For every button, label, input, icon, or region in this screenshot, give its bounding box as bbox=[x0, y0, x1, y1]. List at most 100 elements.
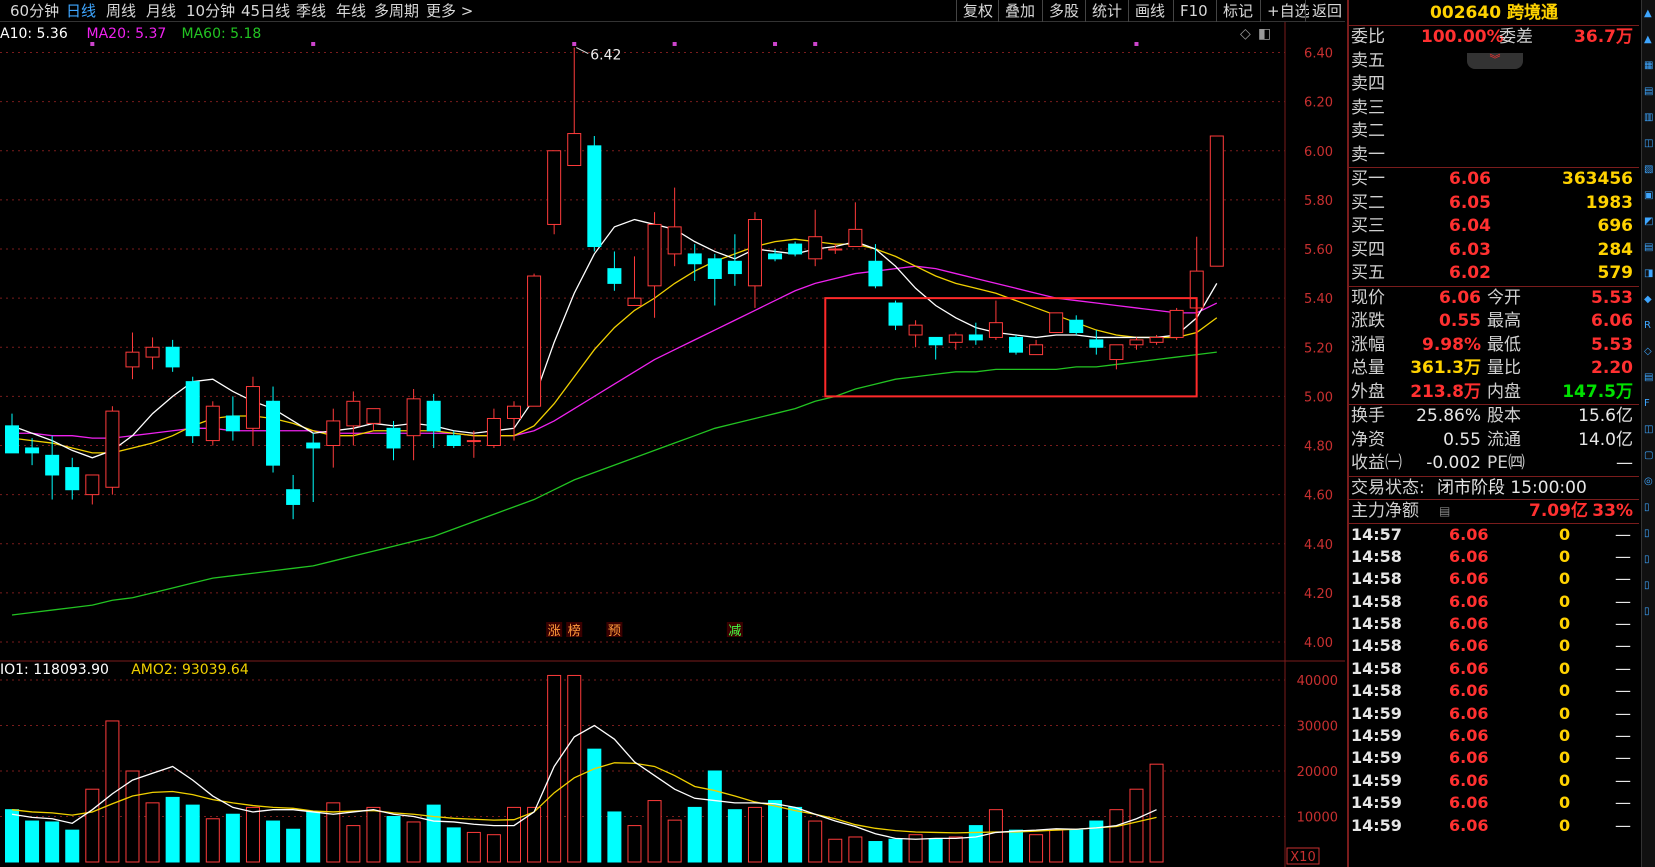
candlestick-chart[interactable]: 6.40 6.20 6.00 5.80 5.60 5.40 5.20 5.00 4.80 4.60… bbox=[0, 22, 1345, 662]
side-tool-icon[interactable]: ▤ bbox=[1644, 86, 1654, 98]
side-tool-icon[interactable]: ▯ bbox=[1644, 606, 1654, 618]
buy-level-volume: 284 bbox=[1597, 239, 1634, 260]
stat-value: 0.55 bbox=[1443, 429, 1481, 450]
weicha-value: 36.7万 bbox=[1574, 27, 1633, 47]
side-tool-icon[interactable]: ▯ bbox=[1644, 502, 1654, 514]
toolbar-action-button[interactable]: +自选 bbox=[1260, 0, 1310, 22]
buy-level-row: 买二 6.05 1983 bbox=[1349, 192, 1639, 216]
side-tool-icon[interactable]: ▯ bbox=[1644, 554, 1654, 566]
tick-row: 14:58 6.06 0 — bbox=[1349, 613, 1639, 635]
period-tab[interactable]: 月线 bbox=[146, 0, 176, 22]
volume-bar bbox=[1129, 788, 1144, 863]
event-marker bbox=[773, 42, 778, 46]
period-tab[interactable]: 45日线 bbox=[241, 0, 290, 22]
period-tab[interactable]: 60分钟 bbox=[10, 0, 59, 22]
stat-label: 现价 bbox=[1351, 287, 1385, 308]
candle-body bbox=[1109, 344, 1124, 361]
side-tool-icon[interactable]: ▦ bbox=[1644, 60, 1654, 72]
event-marker bbox=[311, 42, 316, 46]
volume-bar bbox=[406, 821, 421, 863]
side-tool-icon[interactable]: ◇ bbox=[1644, 346, 1654, 358]
toolbar-action-button[interactable]: 多股 bbox=[1042, 0, 1079, 22]
y-tick-label: 5.00 bbox=[1304, 390, 1333, 405]
toolbar-action-button[interactable]: 统计 bbox=[1085, 0, 1122, 22]
side-tool-icon[interactable]: ▢ bbox=[1644, 450, 1654, 462]
volume-bar bbox=[868, 841, 883, 863]
volume-chart[interactable]: 40000 30000 20000 10000 IO1: 118093.90 AMO2: … bbox=[0, 662, 1345, 867]
side-tool-icon[interactable]: F bbox=[1644, 398, 1654, 410]
stat-value: 14.0亿 bbox=[1578, 429, 1633, 450]
volume-bar bbox=[225, 813, 240, 863]
stat-label: 今开 bbox=[1487, 287, 1521, 308]
volume-bar bbox=[607, 811, 622, 863]
side-tool-icon[interactable]: ◎ bbox=[1644, 476, 1654, 488]
volume-bar bbox=[928, 838, 943, 863]
candle-body bbox=[205, 405, 220, 442]
stat-row: 净资 0.55 流通 14.0亿 bbox=[1349, 429, 1639, 453]
period-toolbar: 60分钟 日线 周线 月线 10分钟 45日线 季线 年线 多周期 更多 > 复权 叠加 多股 统计 画线 F… bbox=[0, 0, 1345, 22]
side-tool-icon[interactable]: ▯ bbox=[1644, 580, 1654, 592]
volume-bar bbox=[245, 806, 260, 863]
toolbar-action-button[interactable]: 标记 bbox=[1216, 0, 1253, 22]
list-icon[interactable]: ▤ bbox=[1439, 500, 1450, 524]
toolbar-action-button[interactable]: 叠加 bbox=[998, 0, 1035, 22]
event-marker bbox=[672, 42, 677, 46]
side-tool-icon[interactable]: ▣ bbox=[1644, 190, 1654, 202]
candle-body bbox=[988, 322, 1003, 338]
side-tool-icon[interactable]: ▲ bbox=[1644, 8, 1654, 20]
candle-body bbox=[908, 324, 923, 336]
candle-body bbox=[948, 334, 963, 343]
diamond-icon: ◇ bbox=[1240, 26, 1251, 42]
side-tool-icon[interactable]: ◩ bbox=[1644, 216, 1654, 228]
period-tab[interactable]: 周线 bbox=[106, 0, 136, 22]
buy-level-volume: 363456 bbox=[1562, 169, 1633, 189]
toolbar-action-button[interactable]: 复权 bbox=[956, 0, 993, 22]
volume-bar bbox=[768, 800, 783, 863]
volume-bar bbox=[266, 820, 281, 863]
buy-level-row: 买三 6.04 696 bbox=[1349, 215, 1639, 239]
side-tool-icon[interactable]: ◨ bbox=[1644, 268, 1654, 280]
side-tool-icon[interactable]: ▧ bbox=[1644, 164, 1654, 176]
side-tool-icon[interactable]: ▥ bbox=[1644, 112, 1654, 124]
volume-bar bbox=[988, 809, 1003, 863]
candle-body bbox=[25, 447, 40, 454]
side-tool-icon[interactable]: ▤ bbox=[1644, 242, 1654, 254]
period-tab[interactable]: 年线 bbox=[336, 0, 366, 22]
tick-volume: 0 bbox=[1559, 658, 1571, 678]
volume-bar bbox=[286, 828, 301, 863]
period-tab[interactable]: 日线 bbox=[66, 0, 96, 22]
tick-volume: 0 bbox=[1559, 815, 1571, 835]
volume-bar bbox=[185, 804, 200, 863]
volume-bar bbox=[968, 825, 983, 863]
tick-price: 6.06 bbox=[1449, 748, 1489, 768]
buy-level-volume: 696 bbox=[1597, 216, 1634, 236]
period-tab[interactable]: 多周期 bbox=[374, 0, 419, 22]
candle-body bbox=[507, 405, 521, 419]
period-tab[interactable]: 10分钟 bbox=[186, 0, 235, 22]
main-net-row[interactable]: 主力净额 ▤ 7.09亿 33% bbox=[1349, 499, 1639, 523]
volume-bar bbox=[647, 800, 662, 863]
side-tool-icon[interactable]: ◫ bbox=[1644, 424, 1654, 436]
side-tool-icon[interactable]: R bbox=[1644, 320, 1654, 332]
candle-body bbox=[1129, 339, 1144, 346]
candle-body bbox=[1049, 312, 1064, 334]
buy-level-row: 买四 6.03 284 bbox=[1349, 239, 1639, 263]
side-tool-icon[interactable]: ◫ bbox=[1644, 138, 1654, 150]
toolbar-action-button[interactable]: 返回 bbox=[1305, 0, 1342, 22]
volume-bar bbox=[747, 806, 762, 863]
tick-list[interactable]: 14:57 6.06 0 — 14:58 6.06 0 — 14:58 6.06 0 — 14:58 6.… bbox=[1349, 522, 1639, 837]
tick-time: 14:58 bbox=[1351, 591, 1402, 611]
volume-bar bbox=[828, 838, 843, 863]
side-tool-icon[interactable]: ▤ bbox=[1644, 372, 1654, 384]
tick-time: 14:58 bbox=[1351, 658, 1402, 678]
event-marker bbox=[90, 42, 95, 46]
stat-row: 外盘 213.8万 内盘 147.5万 bbox=[1349, 381, 1639, 405]
period-tab[interactable]: 季线 bbox=[296, 0, 326, 22]
side-tool-icon[interactable]: ◆ bbox=[1644, 294, 1654, 306]
side-tool-icon[interactable]: ▲ bbox=[1644, 34, 1654, 46]
toolbar-action-button[interactable]: 画线 bbox=[1128, 0, 1165, 22]
toolbar-action-button[interactable]: F10 bbox=[1173, 0, 1208, 22]
period-tab[interactable]: 更多 > bbox=[426, 0, 473, 22]
side-tool-icon[interactable]: ▯ bbox=[1644, 528, 1654, 540]
candle-body bbox=[165, 346, 180, 368]
